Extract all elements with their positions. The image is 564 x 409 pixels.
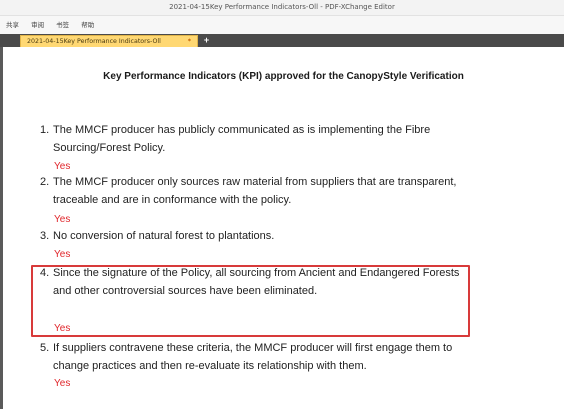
kpi-text: The MMCF producer has publicly communica… [53,124,431,154]
new-tab-icon[interactable]: + [202,36,211,45]
kpi-answer-1: Yes [54,161,71,172]
kpi-item-5: 5. If suppliers contravene these criteri… [40,340,470,375]
kpi-number: 2. [40,176,50,188]
document-title: Key Performance Indicators (KPI) approve… [103,71,464,82]
kpi-number: 5. [40,342,50,354]
kpi-text: No conversion of natural forest to plant… [53,230,275,242]
kpi-item-1: 1. The MMCF producer has publicly commun… [40,122,470,157]
menu-item-help[interactable]: 帮助 [81,16,94,34]
kpi-item-3: 3. No conversion of natural forest to pl… [40,228,470,246]
tab-modified-icon[interactable]: * [188,36,191,47]
kpi-text: If suppliers contravene these criteria, … [53,342,453,372]
pdf-page: Key Performance Indicators (KPI) approve… [3,47,564,409]
kpi-number: 1. [40,124,50,136]
highlight-rectangle-annotation[interactable] [31,265,470,337]
kpi-text: The MMCF producer only sources raw mater… [53,176,457,206]
tab-label: 2021-04-15Key Performance Indicators-Oll [27,38,161,45]
window-title: 2021-04-15Key Performance Indicators-Oll… [169,3,395,11]
menu-item-share[interactable]: 共享 [6,16,19,34]
menu-item-bookmarks[interactable]: 书签 [56,16,69,34]
document-tab-strip: 2021-04-15Key Performance Indicators-Oll… [0,34,564,47]
window-title-bar: 2021-04-15Key Performance Indicators-Oll… [0,0,564,16]
kpi-number: 3. [40,230,50,242]
kpi-answer-2: Yes [54,214,71,225]
menu-bar: 共享 审阅 书签 帮助 [0,16,564,34]
kpi-answer-3: Yes [54,249,71,260]
kpi-item-2: 2. The MMCF producer only sources raw ma… [40,174,470,209]
tab-active-document[interactable]: 2021-04-15Key Performance Indicators-Oll… [20,35,198,47]
kpi-answer-5: Yes [54,378,71,389]
menu-item-review[interactable]: 审阅 [31,16,44,34]
